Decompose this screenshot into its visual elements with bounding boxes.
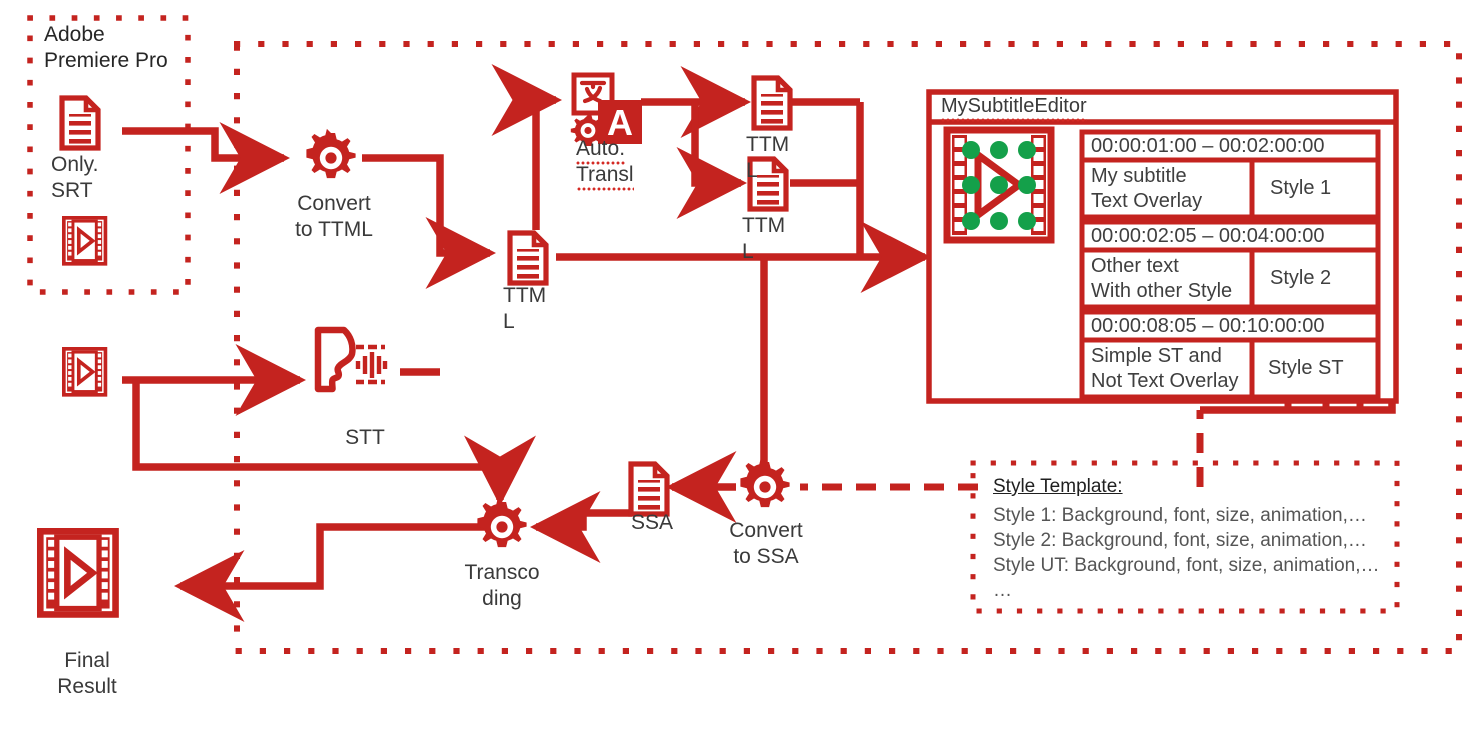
edge-stt-bypass [132,380,536,507]
transcoding-gear-icon [477,497,527,548]
ssa-document-icon [631,464,667,514]
auto-translate-label: Auto. Transl [540,136,736,191]
style-template-heading: Style Template: [993,474,1123,499]
ttml-lang1-document-icon [754,78,790,128]
row-text: Other text With other Style [1091,255,1233,302]
srt-label: Only. SRT [51,153,99,202]
row-timecode: 00:00:02:05 – 00:04:00:00 [1091,225,1325,247]
input-video-icon [62,347,108,397]
ttml-lang2-label: TTM L [742,214,786,263]
ttml-lang1-label: TTM L [746,133,790,182]
row-style: Style 2 [1270,267,1332,289]
style-template-line: Style 2: Background, font, size, animati… [993,530,1367,551]
transcoding-label: Transco ding [464,561,540,610]
style-template-line: Style UT: Background, font, size, animat… [993,555,1380,576]
style-template-heading-text: Style Template: [993,476,1123,497]
style-template-line: … [993,580,1012,601]
selection-handles [962,141,1036,230]
row-text: My subtitle Text Overlay [1091,165,1203,212]
convert-to-ssa-label: Convert to SSA [729,519,803,568]
convert-to-ttml-label: Convert to TTML [295,192,373,241]
row-style: Style ST [1268,357,1344,379]
source-video-icon [62,215,108,266]
ttml-main-label: TTM L [503,284,547,333]
final-result-video-icon [40,531,115,614]
diagram-canvas: A Adobe Premiere Pro Only. SRT Convert t… [0,0,1477,738]
editor-window-title: MySubtitleEditor [941,93,1241,122]
convert-to-ttml-gear-icon [306,128,356,179]
final-result-label: Final Result [57,649,117,698]
style-template-line: Style 1: Background, font, size, animati… [993,505,1367,526]
row-timecode: 00:00:01:00 – 00:02:00:00 [1091,135,1325,157]
ttml-main-document-icon [510,233,546,283]
stt-label: STT [345,426,385,449]
auto-translate-label-text: Auto. Transl [576,137,634,191]
editor-title-text: MySubtitleEditor [941,95,1087,122]
diagram-vector-layer: A [27,15,1462,654]
ssa-label: SSA [630,511,674,534]
speech-to-text-icon [314,326,388,393]
row-timecode: 00:00:08:05 – 00:10:00:00 [1091,315,1325,337]
editor-preview-icon [943,126,1055,244]
row-style: Style 1 [1270,177,1332,199]
row-text: Simple ST and Not Text Overlay [1091,345,1239,392]
convert-to-ssa-gear-icon [740,457,790,508]
srt-document-icon [62,98,98,148]
adobe-premiere-title-line1: Adobe [44,23,105,46]
adobe-premiere-title-line2: Premiere Pro [44,49,168,72]
